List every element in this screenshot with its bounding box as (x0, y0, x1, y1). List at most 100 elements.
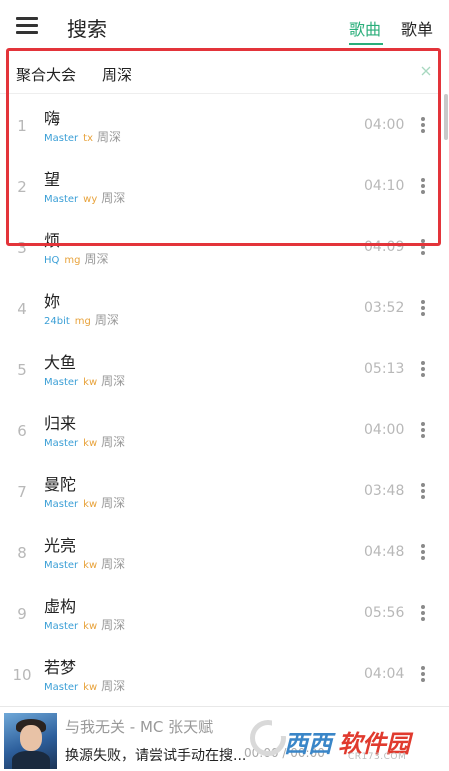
source-badge: kw (83, 560, 98, 571)
song-artist: 周深 (101, 191, 126, 205)
song-artist: 周深 (101, 618, 126, 632)
source-badge: kw (83, 621, 98, 632)
search-term[interactable]: 周深 (102, 64, 132, 85)
song-duration: 05:13 (364, 361, 405, 377)
song-index: 9 (17, 605, 27, 623)
source-badge: wy (83, 194, 98, 205)
song-row[interactable]: 2 望 Master wy 周深 04:10 (0, 156, 441, 217)
more-vertical-icon[interactable] (418, 481, 428, 501)
song-title: 烦 (44, 231, 61, 250)
song-title: 归来 (44, 414, 77, 433)
source-badge: kw (83, 682, 98, 693)
song-duration: 04:09 (364, 239, 405, 255)
quality-badge: Master (44, 682, 79, 693)
song-meta: Master kw 周深 (44, 555, 125, 572)
close-icon[interactable] (418, 63, 434, 79)
more-vertical-icon[interactable] (418, 176, 428, 196)
watermark-brand-a: 西西 (284, 730, 332, 758)
song-title: 大鱼 (44, 353, 77, 372)
song-row[interactable]: 6 归来 Master kw 周深 04:00 (0, 400, 441, 461)
song-title: 妳 (44, 292, 61, 311)
song-row[interactable]: 4 妳 24bit mg 周深 03:52 (0, 278, 441, 339)
page-title: 搜索 (67, 17, 107, 41)
song-title: 嗨 (44, 109, 61, 128)
search-source-label[interactable]: 聚合大会 (16, 64, 76, 85)
app-header: 搜索 歌曲 歌单 (0, 0, 449, 52)
song-duration: 04:04 (364, 666, 405, 682)
source-badge: tx (83, 133, 93, 144)
now-playing-status: 换源失败，请尝试手动在搜... (65, 748, 247, 764)
source-badge: mg (74, 316, 91, 327)
song-artist: 周深 (101, 496, 126, 510)
song-row[interactable]: 8 光亮 Master kw 周深 04:48 (0, 522, 441, 583)
song-title: 望 (44, 170, 61, 189)
song-row[interactable]: 9 虚构 Master kw 周深 05:56 (0, 583, 441, 644)
more-vertical-icon[interactable] (418, 420, 428, 440)
song-index: 1 (17, 117, 27, 135)
more-vertical-icon[interactable] (418, 115, 428, 135)
song-meta: HQ mg 周深 (44, 250, 109, 267)
song-meta: Master kw 周深 (44, 677, 125, 694)
song-artist: 周深 (101, 557, 126, 571)
song-duration: 03:48 (364, 483, 405, 499)
quality-badge: Master (44, 621, 79, 632)
song-artist: 周深 (94, 313, 119, 327)
song-row[interactable]: 3 烦 HQ mg 周深 04:09 (0, 217, 441, 278)
song-index: 4 (17, 300, 27, 318)
song-row[interactable]: 1 嗨 Master tx 周深 04:00 (0, 95, 441, 156)
song-index: 6 (17, 422, 27, 440)
quality-badge: 24bit (44, 316, 70, 327)
song-list: 1 嗨 Master tx 周深 04:00 2 望 Master wy 周深 04:1… (0, 95, 441, 705)
song-row[interactable]: 10 若梦 Master kw 周深 04:04 (0, 644, 441, 705)
source-badge: kw (83, 377, 98, 388)
song-meta: Master kw 周深 (44, 494, 125, 511)
song-title: 若梦 (44, 658, 77, 677)
quality-badge: HQ (44, 255, 60, 266)
watermark-logo: 西西 软件园 CR173.COM (248, 714, 444, 766)
quality-badge: Master (44, 499, 79, 510)
song-artist: 周深 (84, 252, 109, 266)
song-meta: Master tx 周深 (44, 128, 121, 145)
source-badge: kw (83, 438, 98, 449)
song-title: 曼陀 (44, 475, 77, 494)
more-vertical-icon[interactable] (418, 542, 428, 562)
quality-badge: Master (44, 438, 79, 449)
tab-songs[interactable]: 歌曲 (349, 16, 381, 40)
song-meta: Master kw 周深 (44, 372, 125, 389)
more-vertical-icon[interactable] (418, 603, 428, 623)
quality-badge: Master (44, 194, 79, 205)
song-artist: 周深 (101, 435, 126, 449)
song-meta: 24bit mg 周深 (44, 311, 119, 328)
more-vertical-icon[interactable] (418, 237, 428, 257)
more-vertical-icon[interactable] (418, 664, 428, 684)
song-duration: 04:00 (364, 422, 405, 438)
now-playing-title: 与我无关 - MC 张天赋 (65, 718, 214, 736)
song-index: 3 (17, 239, 27, 257)
song-index: 7 (17, 483, 27, 501)
tab-playlists[interactable]: 歌单 (401, 16, 433, 40)
song-row[interactable]: 7 曼陀 Master kw 周深 03:48 (0, 461, 441, 522)
song-duration: 05:56 (364, 605, 405, 621)
song-meta: Master kw 周深 (44, 433, 125, 450)
song-title: 光亮 (44, 536, 77, 555)
song-duration: 04:10 (364, 178, 405, 194)
quality-badge: Master (44, 560, 79, 571)
song-duration: 04:48 (364, 544, 405, 560)
more-vertical-icon[interactable] (418, 359, 428, 379)
song-title: 虚构 (44, 597, 77, 616)
search-query-bar[interactable]: 聚合大会 周深 (0, 52, 441, 94)
scrollbar-thumb[interactable] (444, 94, 448, 140)
menu-icon[interactable] (16, 15, 40, 37)
song-artist: 周深 (101, 374, 126, 388)
song-duration: 03:52 (364, 300, 405, 316)
source-badge: kw (83, 499, 98, 510)
quality-badge: Master (44, 377, 79, 388)
song-index: 2 (17, 178, 27, 196)
song-artist: 周深 (97, 130, 122, 144)
source-badge: mg (64, 255, 81, 266)
song-artist: 周深 (101, 679, 126, 693)
more-vertical-icon[interactable] (418, 298, 428, 318)
song-row[interactable]: 5 大鱼 Master kw 周深 05:13 (0, 339, 441, 400)
album-cover[interactable] (4, 713, 57, 769)
song-index: 8 (17, 544, 27, 562)
